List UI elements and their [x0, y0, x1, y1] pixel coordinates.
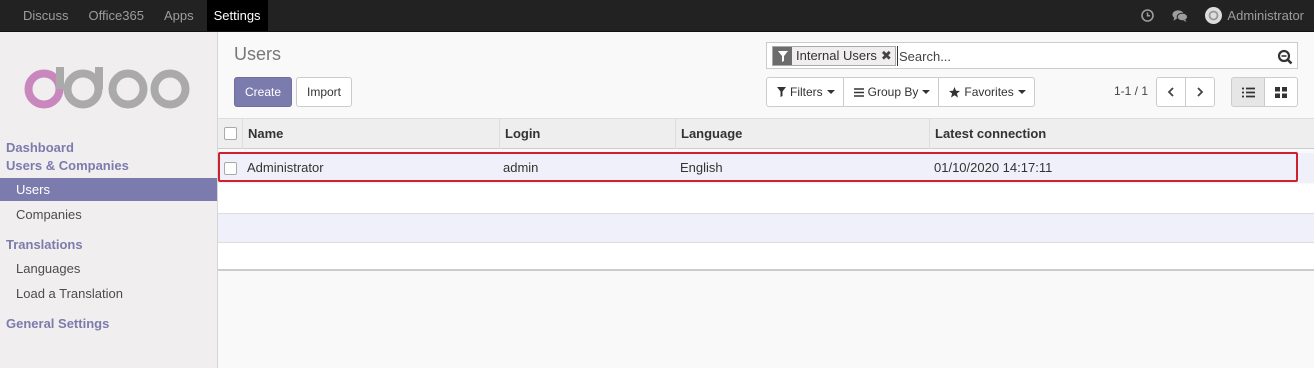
search-options: Filters Group By Favorites [766, 77, 1035, 107]
facet-label: Internal Users [796, 48, 877, 63]
cell-name: Administrator [247, 160, 324, 175]
caret-down-icon [826, 90, 835, 94]
kanban-view-button[interactable] [1264, 77, 1298, 107]
sidebar-item-users[interactable]: Users [0, 178, 217, 201]
chat-icon[interactable] [1172, 8, 1189, 24]
column-language[interactable]: Language [675, 119, 929, 149]
pager-value[interactable]: 1-1 / 1 [1114, 84, 1148, 98]
search-box: Internal Users ✖ [766, 42, 1298, 69]
bars-icon [853, 87, 864, 97]
menu-discuss[interactable]: Discuss [13, 0, 79, 31]
pager-next-button[interactable] [1185, 77, 1215, 107]
facet-remove-icon[interactable]: ✖ [881, 47, 892, 65]
search-facet[interactable]: Internal Users ✖ [772, 46, 896, 66]
filters-label: Filters [790, 85, 823, 99]
favorites-dropdown[interactable]: Favorites [938, 77, 1035, 107]
sidebar: Dashboard Users & Companies Users Compan… [0, 32, 218, 368]
caret-down-icon [1017, 90, 1026, 94]
chevron-right-icon [1197, 87, 1204, 97]
page-title: Users [234, 44, 282, 64]
filters-dropdown[interactable]: Filters [766, 77, 844, 107]
systray: Administrator [1122, 0, 1304, 31]
cell-latest-connection: 01/10/2020 14:17:11 [934, 160, 1053, 175]
pager-previous-button[interactable] [1156, 77, 1186, 107]
sidebar-item-languages[interactable]: Languages [0, 257, 217, 280]
sidebar-item-companies[interactable]: Companies [0, 203, 217, 226]
control-panel: Users Create Import Internal Users ✖ Fil… [218, 32, 1314, 118]
star-icon [949, 86, 961, 97]
menu-office365[interactable]: Office365 [79, 0, 154, 31]
cell-login: admin [503, 160, 539, 175]
app-menu: Discuss Office365 Apps Settings [13, 0, 268, 31]
odoo-logo [24, 67, 190, 109]
favorites-label: Favorites [964, 85, 1014, 99]
menu-settings[interactable]: Settings [206, 0, 268, 31]
clock-icon[interactable] [1139, 8, 1155, 24]
user-name: Administrator [1227, 8, 1304, 23]
chevron-left-icon [1167, 87, 1174, 97]
caret-down-icon [922, 90, 931, 94]
search-input[interactable] [897, 46, 1267, 66]
column-latest-connection[interactable]: Latest connection [929, 119, 1314, 149]
user-menu[interactable]: Administrator [1205, 7, 1304, 24]
sidebar-users-companies[interactable]: Users & Companies [6, 158, 129, 173]
list-view-button[interactable] [1231, 77, 1265, 107]
empty-row [218, 243, 1314, 271]
row-checkbox[interactable] [224, 162, 237, 175]
kanban-icon [1275, 86, 1287, 98]
table-row[interactable]: Administrator admin English 01/10/2020 1… [218, 153, 1314, 183]
filter-icon [777, 87, 786, 97]
groupby-label: Group By [867, 85, 919, 99]
menu-apps[interactable]: Apps [154, 0, 204, 31]
groupby-dropdown[interactable]: Group By [842, 77, 940, 107]
list-icon [1241, 87, 1255, 97]
column-name[interactable]: Name [242, 119, 499, 149]
filter-icon [773, 47, 792, 65]
create-button[interactable]: Create [234, 77, 292, 107]
empty-row [218, 214, 1314, 243]
table-header: Name Login Language Latest connection [218, 118, 1314, 149]
import-button[interactable]: Import [296, 77, 352, 107]
sidebar-translations[interactable]: Translations [6, 237, 83, 252]
sidebar-item-load-translation[interactable]: Load a Translation [0, 282, 217, 305]
cell-language: English [680, 160, 723, 175]
sidebar-general-settings[interactable]: General Settings [6, 316, 109, 331]
empty-row [218, 184, 1314, 214]
avatar [1205, 7, 1223, 24]
sidebar-dashboard[interactable]: Dashboard [6, 140, 74, 155]
column-login[interactable]: Login [499, 119, 676, 149]
top-navbar: Discuss Office365 Apps Settings Administ… [0, 0, 1314, 32]
select-all-checkbox[interactable] [224, 127, 237, 140]
search-icon[interactable] [1277, 49, 1293, 65]
